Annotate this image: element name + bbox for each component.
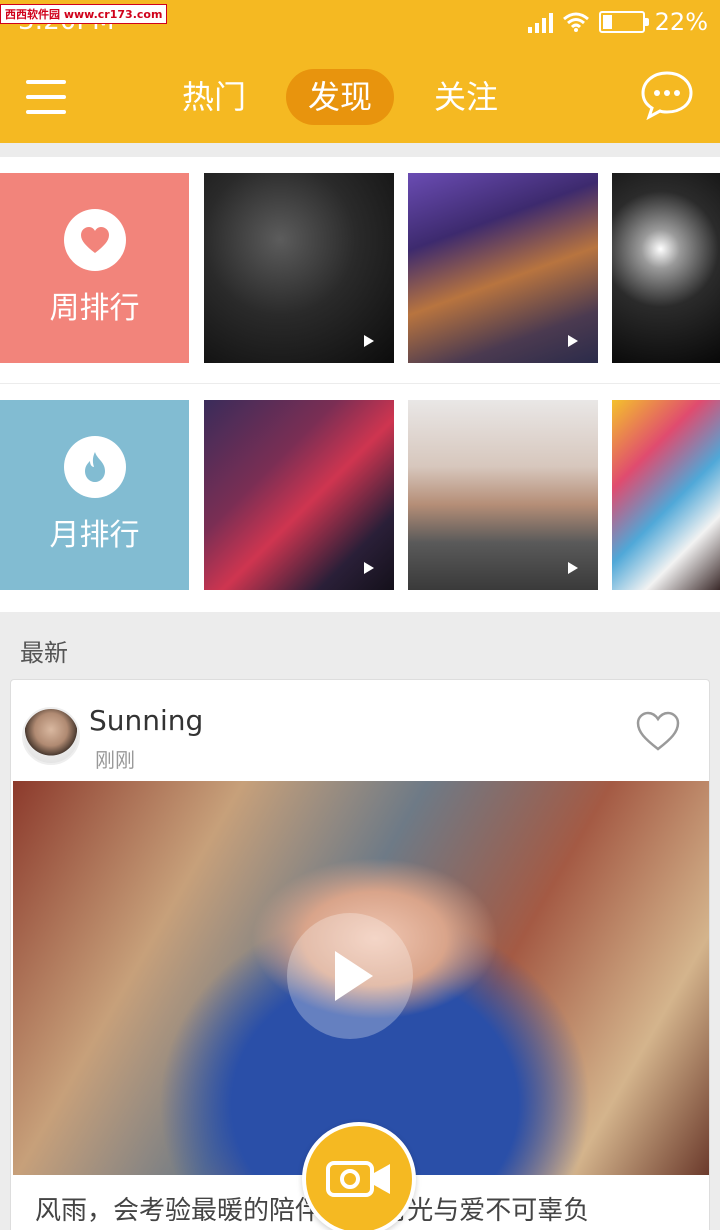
play-icon xyxy=(364,562,374,574)
top-app-bar: 3:20PM 西西软件园 www.cr173.com 22% 热门 发现 关注 xyxy=(0,0,720,143)
video-camera-icon xyxy=(326,1161,390,1197)
tab-follow[interactable]: 关注 xyxy=(412,69,520,125)
battery-icon xyxy=(598,11,649,33)
weekly-rank-tile[interactable]: 周排行 xyxy=(0,173,189,363)
hamburger-menu-icon[interactable] xyxy=(26,80,66,114)
weekly-video-thumb[interactable] xyxy=(408,173,598,363)
section-title-latest: 最新 xyxy=(20,639,68,667)
post-time: 刚刚 xyxy=(95,748,135,772)
weekly-video-thumb[interactable] xyxy=(612,173,720,363)
flame-icon xyxy=(63,436,126,498)
monthly-rank-label: 月排行 xyxy=(49,518,140,553)
monthly-rank-tile[interactable]: 月排行 xyxy=(0,400,189,590)
signal-icon xyxy=(527,11,553,33)
wifi-icon xyxy=(562,12,589,32)
tab-discover[interactable]: 发现 xyxy=(286,69,395,125)
battery-percent: 22% xyxy=(654,8,708,36)
watermark: 西西软件园 www.cr173.com xyxy=(0,4,168,24)
play-icon[interactable] xyxy=(287,913,413,1039)
post-username[interactable]: Sunning xyxy=(89,704,203,737)
avatar[interactable] xyxy=(22,707,80,765)
play-icon xyxy=(568,562,578,574)
post-video[interactable] xyxy=(13,781,709,1175)
heart-outline-icon[interactable] xyxy=(635,710,681,752)
heart-icon xyxy=(63,209,126,271)
monthly-rank-row: 月排行 xyxy=(0,384,720,612)
tab-hot[interactable]: 热门 xyxy=(160,69,268,125)
monthly-video-thumb[interactable] xyxy=(204,400,394,590)
weekly-rank-label: 周排行 xyxy=(49,291,140,326)
weekly-video-thumb[interactable] xyxy=(204,173,394,363)
monthly-video-thumb[interactable] xyxy=(408,400,598,590)
status-indicators: 22% xyxy=(527,6,708,38)
weekly-rank-row: 周排行 xyxy=(0,157,720,383)
top-tabs: 热门 发现 关注 xyxy=(160,68,520,126)
record-video-button[interactable] xyxy=(302,1122,416,1230)
play-icon xyxy=(364,335,374,347)
monthly-video-thumb[interactable] xyxy=(612,400,720,590)
chat-bubble-icon[interactable] xyxy=(640,70,694,120)
play-icon xyxy=(568,335,578,347)
